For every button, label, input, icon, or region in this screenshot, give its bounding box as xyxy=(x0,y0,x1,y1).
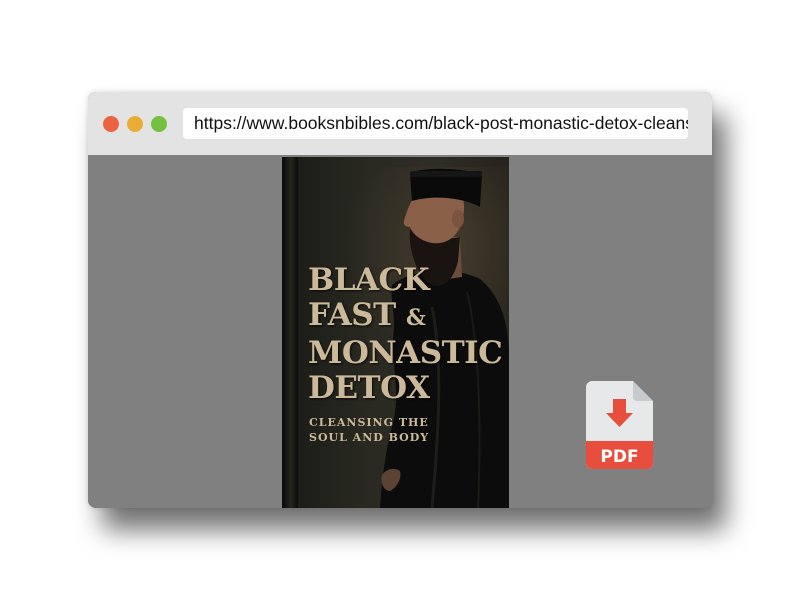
book-subtitle-line-1: CLEANSING THE xyxy=(309,416,429,429)
address-bar-url: https://www.booksnbibles.com/black-post-… xyxy=(194,113,688,133)
browser-window: https://www.booksnbibles.com/black-post-… xyxy=(88,92,712,508)
book-subtitle-line-2: SOUL AND BODY xyxy=(309,431,430,444)
pdf-file-corner xyxy=(633,381,653,401)
monk-ear xyxy=(452,210,464,228)
page-content: BLACK FAST & MONASTIC DETOX CLEANSING TH… xyxy=(88,155,712,508)
book-cover: BLACK FAST & MONASTIC DETOX CLEANSING TH… xyxy=(282,157,509,508)
minimize-dot-icon[interactable] xyxy=(127,116,143,132)
book-title-ampersand: & xyxy=(406,305,426,331)
maximize-dot-icon[interactable] xyxy=(151,116,167,132)
monk-hat-top xyxy=(410,171,482,177)
close-dot-icon[interactable] xyxy=(103,116,119,132)
book-title-line-4: DETOX xyxy=(308,370,430,406)
book-title-line-3: MONASTIC xyxy=(308,335,503,371)
book-title-line-2: FAST & xyxy=(308,298,502,336)
book-title-line-1: BLACK xyxy=(308,262,430,298)
stage: https://www.booksnbibles.com/black-post-… xyxy=(0,0,800,600)
book-title: BLACK FAST & MONASTIC DETOX xyxy=(308,262,503,406)
book-title-word-fast: FAST xyxy=(308,297,396,333)
book-subtitle: CLEANSING THE SOUL AND BODY xyxy=(309,415,429,445)
pdf-download-icon[interactable]: PDF xyxy=(586,381,653,469)
pdf-label: PDF xyxy=(600,447,638,467)
browser-titlebar: https://www.booksnbibles.com/black-post-… xyxy=(88,92,712,155)
address-bar[interactable]: https://www.booksnbibles.com/black-post-… xyxy=(183,108,688,139)
